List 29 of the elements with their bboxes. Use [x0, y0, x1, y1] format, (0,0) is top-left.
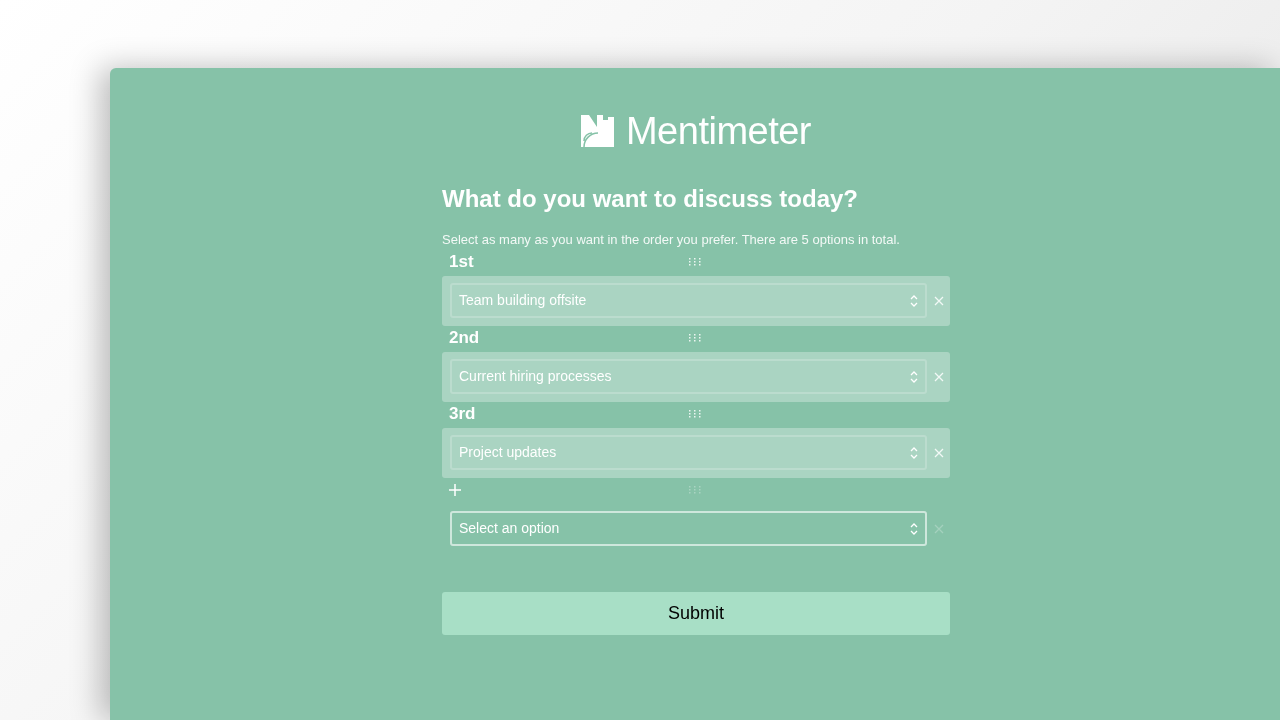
logo-text: Mentimeter [625, 112, 812, 150]
select-field[interactable]: Project updates [450, 435, 927, 470]
instructions-text: Select as many as you want in the order you prefer. There are 5 options in total. [442, 231, 901, 249]
chevron-icon [910, 294, 918, 307]
rank-label: 2nd [449, 326, 480, 349]
close-icon [934, 371, 944, 382]
drag-handle-icon [689, 485, 701, 494]
remove-button[interactable] [934, 523, 944, 534]
chevron-icon [910, 446, 918, 459]
remove-button[interactable] [934, 447, 944, 458]
close-icon [934, 523, 944, 534]
remove-button[interactable] [934, 295, 944, 306]
plus-icon [449, 483, 461, 496]
select-field[interactable]: Select an option [450, 511, 927, 546]
remove-button[interactable] [934, 371, 944, 382]
chevron-icon [910, 370, 918, 383]
select-field[interactable]: Current hiring processes [450, 359, 927, 394]
close-icon [934, 447, 944, 458]
submit-button[interactable]: Submit [442, 591, 950, 635]
close-icon [934, 295, 944, 306]
drag-handle-icon [689, 257, 701, 266]
select-field[interactable]: Team building offsite [450, 283, 927, 318]
question-title: What do you want to discuss today? [442, 184, 859, 214]
chevron-icon [910, 522, 918, 535]
rank-label: 1st [449, 250, 474, 273]
drag-handle-icon [689, 409, 701, 418]
logo-icon [580, 115, 614, 147]
drag-handle-icon [689, 333, 701, 342]
rank-label: 3rd [449, 402, 476, 425]
